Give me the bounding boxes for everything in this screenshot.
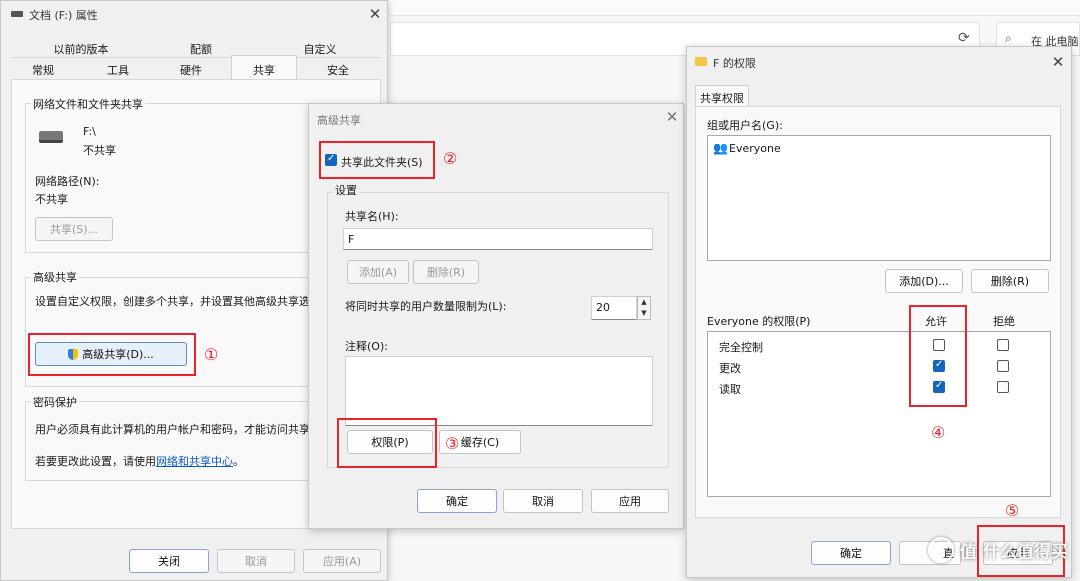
highlight-box-3 — [337, 418, 437, 468]
tab-sharing[interactable]: 共享 — [231, 55, 297, 79]
marker-4: ④ — [931, 423, 946, 442]
user-limit-input[interactable]: 20 — [591, 296, 637, 320]
password-change-pre: 若要更改此设置，请使用 — [35, 455, 156, 468]
cancel-button[interactable]: 取消 — [503, 489, 583, 513]
remove-button[interactable]: 删除(R) — [413, 260, 479, 284]
ok-button[interactable]: 确定 — [811, 541, 891, 565]
permissions-dialog: F 的权限 ✕ 共享权限 组或用户名(G): 👥 Everyone 添加(D).… — [686, 46, 1072, 578]
properties-title: 文档 (F:) 属性 — [29, 9, 98, 22]
settings-heading: 设置 — [333, 182, 359, 198]
tab-tools[interactable]: 工具 — [85, 62, 151, 78]
perm-row-change: 更改 — [719, 362, 741, 375]
tab-row-divider — [11, 57, 381, 58]
network-path-value: 不共享 — [35, 193, 68, 206]
deny-change-checkbox[interactable] — [997, 360, 1009, 372]
user-everyone[interactable]: Everyone — [729, 142, 781, 155]
tab-share-permissions[interactable]: 共享权限 — [695, 85, 749, 107]
add-user-button[interactable]: 添加(D)... — [885, 269, 963, 293]
drive-large-icon — [39, 131, 63, 143]
tab-general[interactable]: 常规 — [11, 62, 75, 78]
deny-read-checkbox[interactable] — [997, 381, 1009, 393]
user-limit-label: 将同时共享的用户数量限制为(L): — [345, 300, 507, 313]
folder-icon — [695, 57, 707, 66]
password-change-post: 。 — [233, 455, 244, 468]
remove-user-button[interactable]: 删除(R) — [971, 269, 1049, 293]
explorer-titlebar-strip — [390, 0, 1080, 16]
perm-row-read: 读取 — [719, 383, 741, 396]
share-button[interactable]: 共享(S)... — [35, 217, 113, 241]
users-group-icon: 👥 — [713, 141, 728, 155]
drive-icon — [11, 11, 23, 17]
watermark-text: 值 什么值得买 — [959, 542, 1068, 563]
tab-hardware[interactable]: 硬件 — [155, 62, 227, 78]
comment-textarea[interactable] — [345, 356, 653, 426]
watermark-logo — [928, 537, 954, 563]
ok-button[interactable]: 确定 — [417, 489, 497, 513]
apply-button[interactable]: 应用 — [591, 489, 669, 513]
marker-2: ② — [443, 149, 458, 168]
advanced-share-heading: 高级共享 — [31, 269, 79, 285]
cancel-button[interactable]: 取消 — [217, 549, 295, 573]
password-protect-heading: 密码保护 — [31, 394, 79, 410]
close-icon[interactable]: ✕ — [663, 108, 681, 126]
permissions-label: Everyone 的权限(P) — [707, 315, 811, 328]
deny-full-control-checkbox[interactable] — [997, 339, 1009, 351]
perm-row-full-control: 完全控制 — [719, 341, 763, 354]
share-name-label: 共享名(H): — [345, 210, 399, 223]
marker-3: ③ — [445, 434, 460, 453]
highlight-box-4 — [909, 305, 967, 407]
network-sharing-center-link[interactable]: 网络和共享中心 — [156, 455, 233, 468]
properties-titlebar: 文档 (F:) 属性 ✕ — [1, 1, 387, 29]
drive-share-status: 不共享 — [83, 144, 116, 157]
apply-button[interactable]: 应用(A) — [303, 549, 381, 573]
close-icon[interactable]: ✕ — [1049, 53, 1067, 71]
password-change-hint: 若要更改此设置，请使用网络和共享中心。 — [35, 453, 244, 469]
network-path-label: 网络路径(N): — [35, 175, 100, 188]
close-icon[interactable]: ✕ — [366, 5, 384, 23]
refresh-icon[interactable]: ⟳ — [958, 30, 970, 46]
users-label: 组或用户名(G): — [707, 119, 783, 132]
user-limit-stepper[interactable]: ▲ ▼ — [637, 296, 651, 320]
advanced-share-title: 高级共享 — [317, 114, 361, 127]
marker-1: ① — [204, 345, 219, 364]
permissions-title: F 的权限 — [713, 57, 756, 70]
advanced-share-dialog: 高级共享 ✕ 共享此文件夹(S) ② 设置 共享名(H): F 添加(A) 删除… — [308, 103, 684, 529]
password-protect-description: 用户必须具有此计算机的用户帐户和密码，才能访问共享 — [35, 423, 310, 436]
share-name-input[interactable]: F — [343, 228, 653, 250]
comment-label: 注释(O): — [345, 340, 388, 353]
tab-previous-versions[interactable]: 以前的版本 — [11, 41, 151, 57]
drive-name: F:\ — [83, 125, 96, 138]
add-button[interactable]: 添加(A) — [347, 260, 409, 284]
highlight-box-1 — [28, 333, 196, 376]
watermark: 值 什么值得买 — [928, 537, 1076, 571]
permissions-table — [707, 331, 1051, 497]
close-button[interactable]: 关闭 — [129, 549, 209, 573]
tab-security[interactable]: 安全 — [303, 62, 373, 78]
deny-header: 拒绝 — [993, 315, 1015, 328]
network-share-heading: 网络文件和文件夹共享 — [31, 96, 145, 112]
highlight-box-2 — [319, 141, 435, 179]
search-icon: ⌕ — [1005, 31, 1012, 45]
marker-5: ⑤ — [1005, 501, 1020, 520]
